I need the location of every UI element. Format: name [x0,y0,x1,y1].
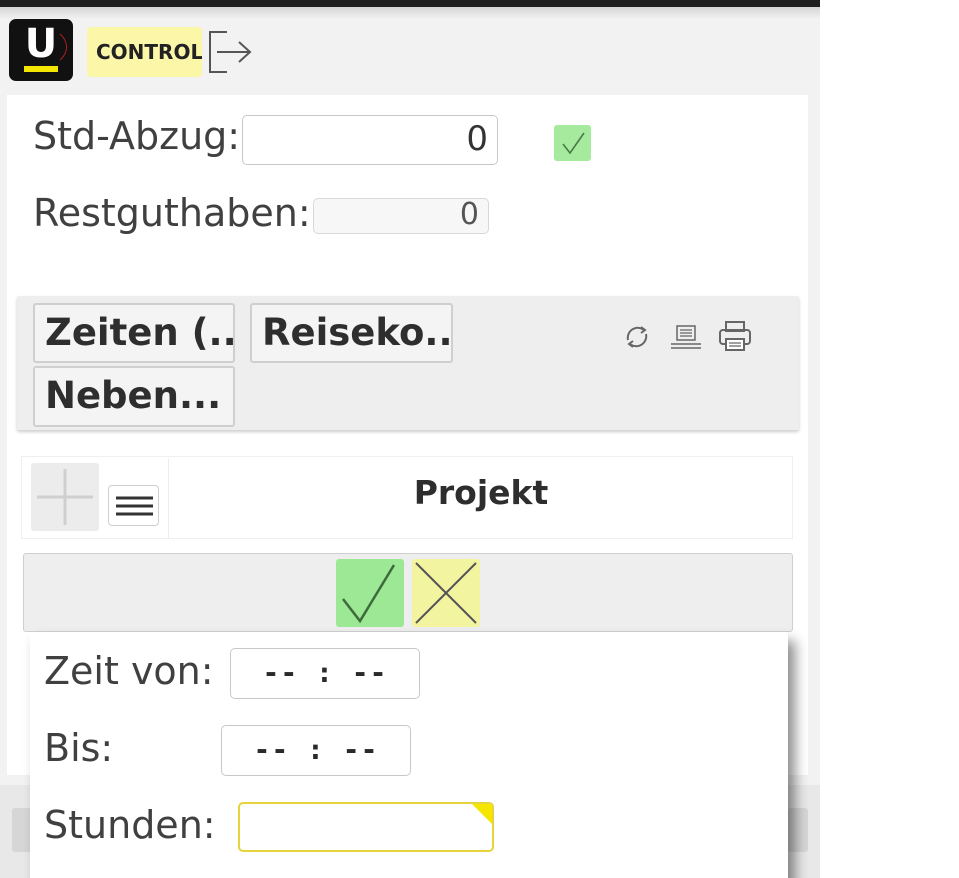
logo-letter: U [24,21,58,67]
confirm-row-button[interactable] [336,559,404,627]
tab-zeiten[interactable]: Zeiten (... [33,303,235,363]
top-bar [0,0,820,7]
app-window: U CONTROLLING Std-Abzug: 0 Restguthaben:… [0,0,820,878]
printer-icon[interactable] [716,318,754,354]
column-header-projekt[interactable]: Projekt [170,473,792,512]
checkmark-icon [562,132,585,155]
hamburger-menu-icon [116,496,153,516]
restguthaben-value: 0 [313,198,489,234]
row-action-bar [23,553,793,632]
logo-underline [24,66,58,72]
add-row-button[interactable] [31,463,99,531]
checkmark-icon [342,564,396,624]
tab-reisekosten[interactable]: Reiseko... [250,303,453,363]
cancel-row-button[interactable] [412,559,480,627]
required-field-marker [472,804,492,824]
app-logo[interactable]: U [9,19,73,81]
zeit-von-label: Zeit von: [44,649,214,693]
bis-label: Bis: [44,726,114,770]
std-abzug-input[interactable]: 0 [242,115,498,165]
stunden-label: Stunden: [44,803,216,847]
column-divider [168,458,169,538]
logout-icon[interactable] [205,27,255,77]
stunden-input[interactable] [238,802,494,852]
scroll-left-button[interactable] [12,808,32,852]
plus-icon [37,469,93,525]
list-export-icon[interactable] [668,320,704,354]
scroll-right-button[interactable] [788,808,808,852]
zeit-von-input[interactable]: -- : -- [230,648,420,699]
x-icon [415,562,477,624]
grid-menu-button[interactable] [108,485,159,526]
refresh-icon[interactable] [620,320,654,354]
top-bar-shadow [0,7,820,19]
bis-input[interactable]: -- : -- [221,725,411,776]
std-abzug-label: Std-Abzug: [33,114,241,158]
confirm-checkbox[interactable] [554,125,591,161]
restguthaben-label: Restguthaben: [33,191,311,235]
tab-nebenkosten[interactable]: Neben... [33,366,235,427]
user-badge[interactable]: CONTROLLING [87,27,202,77]
